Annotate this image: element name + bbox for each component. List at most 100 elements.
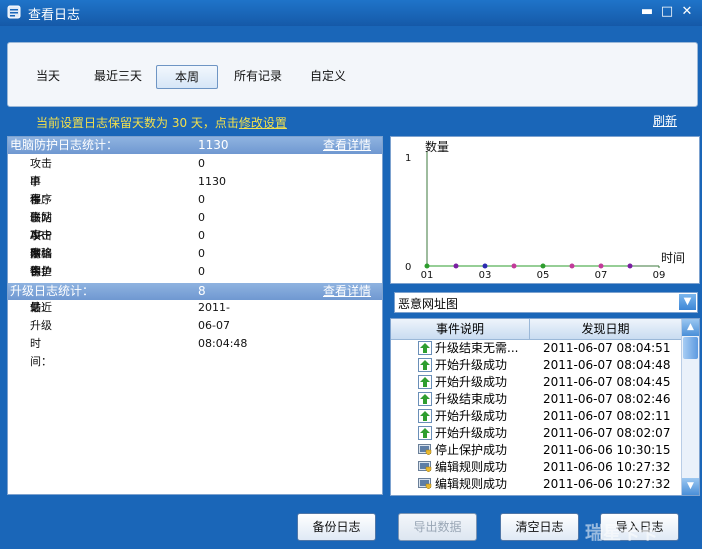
event-description: 开始升级成功: [435, 409, 508, 423]
export-data-button[interactable]: 导出数据: [398, 513, 477, 541]
event-row[interactable]: 编辑规则成功 2011-06-06 10:27:32: [391, 476, 681, 493]
event-date: 2011-06-07 08:02:07: [543, 426, 671, 440]
minimize-icon[interactable]: ▬: [638, 3, 656, 21]
tab-today[interactable]: 当天: [30, 65, 66, 87]
stat-value: 0: [198, 193, 205, 206]
data-point: [453, 263, 459, 269]
event-date: 2011-06-06 10:27:32: [543, 460, 671, 474]
refresh-link[interactable]: 刷新: [653, 112, 677, 129]
log-viewer-window: 查看日志 ▬ □ ✕ 当天 最近三天 本周 所有记录 自定义 当前设置日志保留天…: [0, 0, 702, 549]
upgrade-icon: [418, 358, 432, 372]
event-date: 2011-06-07 08:02:11: [543, 409, 671, 423]
event-date: 2011-06-07 08:04:45: [543, 375, 671, 389]
stat-value: 0: [198, 229, 205, 242]
tab-custom[interactable]: 自定义: [306, 65, 350, 87]
protection-stats-header: 电脑防护日志统计： 1130 查看详情: [8, 137, 382, 154]
watermark: 瑞星卡卡: [585, 523, 657, 544]
window-title: 查看日志: [28, 8, 81, 23]
date-range-tabs: 当天 最近三天 本周 所有记录 自定义: [7, 42, 698, 107]
event-description: 开始升级成功: [435, 375, 508, 389]
x-tick-label: 09: [653, 270, 666, 281]
upgrade-stats-total: 8: [198, 284, 206, 298]
scroll-down-icon[interactable]: ▼: [682, 478, 699, 495]
event-description: 编辑规则成功: [435, 460, 508, 474]
event-description: 升级结束成功: [435, 392, 508, 406]
event-description: 停止保护成功: [435, 443, 508, 457]
tab-this-week[interactable]: 本周: [156, 65, 218, 89]
data-point: [511, 263, 517, 269]
chart-type-value: 恶意网址图: [398, 297, 459, 311]
maximize-icon[interactable]: □: [658, 3, 676, 21]
protection-view-details-link[interactable]: 查看详情: [323, 137, 371, 154]
event-row[interactable]: 停止保护成功 2011-06-06 10:30:15: [391, 442, 681, 459]
title-bar: 查看日志 ▬ □ ✕: [0, 0, 702, 26]
scrollbar-thumb[interactable]: [683, 337, 698, 359]
backup-log-button[interactable]: 备份日志: [297, 513, 376, 541]
shield-monitor-icon: [418, 444, 432, 455]
event-row[interactable]: 开始升级成功 2011-06-07 08:02:07: [391, 425, 681, 442]
data-point: [482, 263, 488, 269]
upgrade-icon: [418, 375, 432, 389]
stat-value: 0: [198, 265, 205, 278]
shield-monitor-icon: [418, 478, 432, 489]
stat-value: 0: [198, 211, 205, 224]
x-tick-label: 03: [479, 270, 492, 281]
event-row[interactable]: 开始升级成功 2011-06-07 08:04:45: [391, 374, 681, 391]
app-logo-icon: [7, 5, 21, 19]
tab-all-records[interactable]: 所有记录: [230, 65, 286, 87]
data-point: [627, 263, 633, 269]
event-description: 开始升级成功: [435, 426, 508, 440]
close-icon[interactable]: ✕: [678, 3, 696, 21]
clear-log-button[interactable]: 清空日志: [500, 513, 579, 541]
chevron-down-icon[interactable]: ▼: [679, 294, 696, 310]
upgrade-icon: [418, 426, 432, 440]
event-description: 开始升级成功: [435, 358, 508, 372]
x-tick-label: 01: [421, 270, 434, 281]
y-tick-label: 0: [405, 262, 411, 273]
x-axis-label: 时间: [661, 251, 685, 265]
scroll-up-icon[interactable]: ▲: [682, 319, 699, 336]
event-row[interactable]: 升级结束成功 2011-06-07 08:02:46: [391, 391, 681, 408]
x-tick-label: 07: [595, 270, 608, 281]
event-list-scrollbar[interactable]: ▲ ▼: [681, 319, 699, 495]
upgrade-icon: [418, 409, 432, 423]
y-tick-label: 1: [405, 153, 411, 164]
event-row[interactable]: 开始升级成功 2011-06-07 08:02:11: [391, 408, 681, 425]
upgrade-icon: [418, 341, 432, 355]
chart-panel: 数量 时间 0 1 01 03 05 07 09: [390, 136, 700, 284]
upgrade-stats-label: 升级日志统计：: [10, 284, 95, 298]
stat-value: 2011-06-07 08:04:48: [198, 301, 248, 350]
y-axis-label: 数量: [425, 139, 449, 154]
tab-last-three-days[interactable]: 最近三天: [88, 65, 148, 87]
column-header-description[interactable]: 事件说明: [391, 319, 530, 339]
retention-notice-text: 当前设置日志保留天数为 30 天，点击: [36, 116, 239, 130]
event-date: 2011-06-07 08:04:48: [543, 358, 671, 372]
event-date: 2011-06-07 08:04:51: [543, 341, 671, 355]
modify-settings-link[interactable]: 修改设置: [239, 116, 287, 130]
event-description: 编辑规则成功: [435, 477, 508, 491]
statistics-panel: 电脑防护日志统计： 1130 查看详情 攻击事件： 0 IP 事件： 1130 程序…: [7, 136, 383, 495]
stat-value: 0: [198, 157, 205, 170]
data-point: [569, 263, 575, 269]
stat-value: 0: [198, 247, 205, 260]
event-row[interactable]: 编辑规则成功 2011-06-06 10:27:32: [391, 459, 681, 476]
data-point: [598, 263, 604, 269]
event-date: 2011-06-07 08:02:46: [543, 392, 671, 406]
event-row[interactable]: 开始升级成功 2011-06-07 08:04:48: [391, 357, 681, 374]
event-list-header: 事件说明 发现日期: [391, 319, 681, 340]
data-point: [540, 263, 546, 269]
event-date: 2011-06-06 10:30:15: [543, 443, 671, 457]
upgrade-icon: [418, 392, 432, 406]
event-list: 事件说明 发现日期 升级结束无需... 2011-06-07 08:04:51 开始…: [390, 318, 700, 496]
event-description: 升级结束无需...: [435, 341, 519, 355]
protection-stats-total: 1130: [198, 138, 229, 152]
event-count-chart: 数量时间0101 03 05 07 09: [405, 139, 685, 281]
event-date: 2011-06-06 10:27:32: [543, 477, 671, 491]
chart-type-select[interactable]: 恶意网址图 ▼: [394, 292, 698, 313]
shield-monitor-icon: [418, 461, 432, 472]
stat-value: 1130: [198, 175, 226, 188]
upgrade-view-details-link[interactable]: 查看详情: [323, 283, 371, 300]
data-point: [424, 263, 430, 269]
column-header-date[interactable]: 发现日期: [530, 319, 681, 339]
event-row[interactable]: 升级结束无需... 2011-06-07 08:04:51: [391, 340, 681, 357]
